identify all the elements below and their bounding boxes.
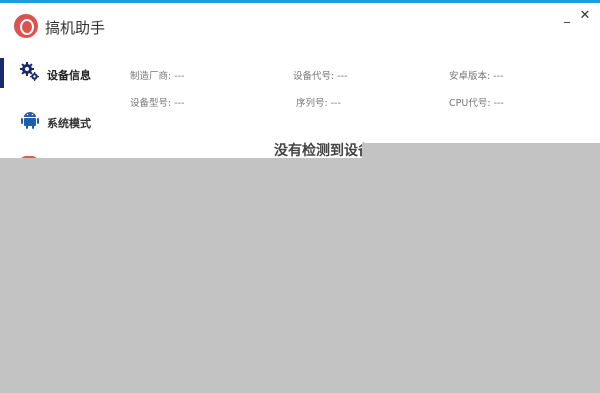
- app-logo-icon: [14, 14, 38, 38]
- no-device-message: 没有检测到设备: [274, 143, 372, 159]
- android-icon: [19, 109, 41, 131]
- device-code-value: ---: [337, 71, 348, 82]
- manufacturer-value: ---: [174, 71, 185, 82]
- title-bar: 搞机助手 _ ✕: [0, 3, 600, 45]
- serial-field: 序列号: ---: [296, 95, 341, 109]
- gears-icon: [19, 61, 41, 83]
- device-code-label: 设备代号:: [293, 71, 335, 82]
- minimize-button[interactable]: _: [559, 9, 575, 23]
- app-title: 搞机助手: [45, 19, 106, 37]
- android-version-label: 安卓版本:: [449, 71, 491, 82]
- sidebar: 设备信息 系统模式: [0, 48, 110, 168]
- serial-value: ---: [330, 98, 342, 109]
- cpu-label: CPU代号:: [449, 98, 491, 109]
- close-button[interactable]: ✕: [577, 9, 593, 23]
- android-version-field: 安卓版本: ---: [449, 68, 504, 82]
- sidebar-item-label: 系统模式: [47, 117, 91, 130]
- sidebar-item-system-mode[interactable]: 系统模式: [0, 96, 110, 144]
- model-value: ---: [174, 98, 185, 109]
- serial-label: 序列号:: [296, 98, 328, 109]
- sidebar-item-label: 设备信息: [47, 69, 91, 82]
- android-version-value: ---: [493, 71, 504, 82]
- active-indicator: [0, 58, 4, 88]
- cpu-value: ---: [493, 98, 504, 109]
- model-field: 设备型号: ---: [130, 95, 185, 109]
- cpu-field: CPU代号: ---: [449, 95, 504, 109]
- sidebar-item-device-info[interactable]: 设备信息: [0, 48, 110, 96]
- manufacturer-label: 制造厂商:: [130, 71, 172, 82]
- device-code-field: 设备代号: ---: [293, 68, 348, 82]
- model-label: 设备型号:: [130, 98, 172, 109]
- loading-overlay: [0, 158, 600, 393]
- manufacturer-field: 制造厂商: ---: [130, 68, 185, 82]
